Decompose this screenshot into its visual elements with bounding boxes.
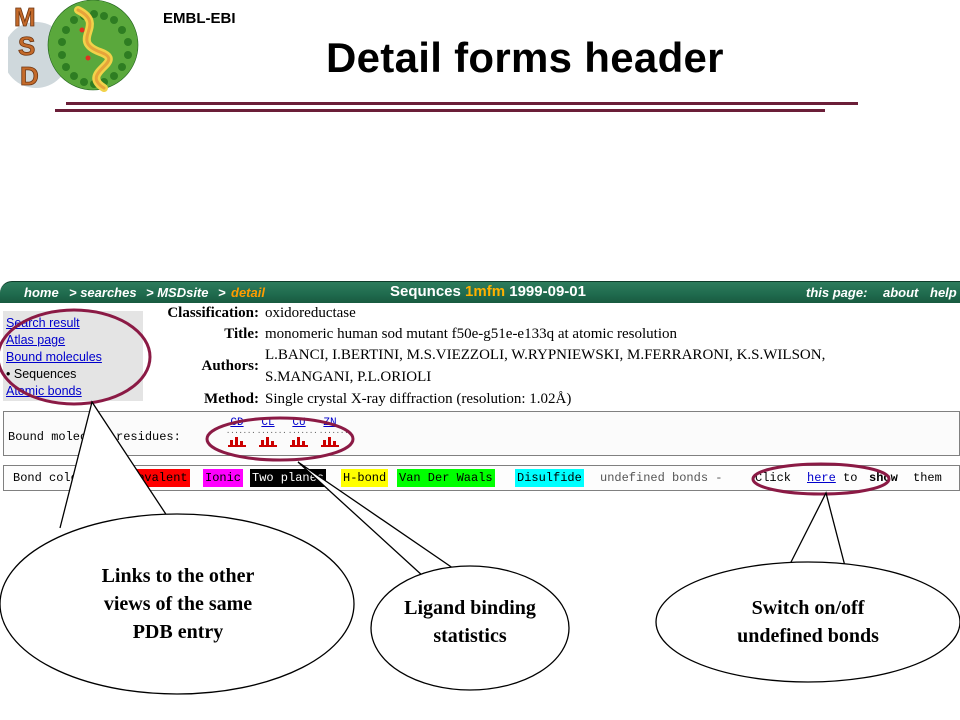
- bond-swatch-ionic: Ionic: [203, 469, 244, 487]
- classification-label: Classification:: [167, 305, 259, 321]
- callout-line: undefined bonds: [737, 625, 879, 647]
- residue-zn[interactable]: ZN .......: [319, 417, 349, 447]
- title-label: Title:: [224, 326, 259, 342]
- authors-value-line1: L.BANCI, I.BERTINI, M.S.VIEZZOLI, W.RYPN…: [265, 347, 826, 363]
- nav-this-page: this page:: [806, 285, 868, 300]
- crumb-searches[interactable]: > searches: [69, 285, 137, 300]
- crumb-msdsite[interactable]: > MSDsite: [146, 285, 209, 300]
- bound-residues-label: Bound molecule residues:: [8, 430, 181, 444]
- logo-letter-d: D: [20, 61, 39, 91]
- title-underline-bottom: [55, 109, 825, 112]
- crumb-detail: detail: [231, 285, 265, 300]
- show-text: show: [869, 471, 898, 485]
- bullet-icon: •: [6, 367, 11, 381]
- callout-line: Links to the other: [101, 565, 255, 587]
- click-text: Click: [755, 471, 792, 485]
- residue-cd[interactable]: CD .......: [226, 417, 256, 447]
- title-underline-top: [66, 102, 858, 105]
- callout-text-switch: Switch on/off undefined bonds: [698, 594, 918, 650]
- callout-pointer-switch: [786, 491, 847, 571]
- residue-separator: .......: [319, 428, 349, 436]
- undefined-bonds-text: undefined bonds -: [600, 471, 723, 485]
- bond-swatch-covalent: Covalent: [128, 469, 190, 487]
- nav-bar: home > searches > MSDsite > detail Sequn…: [0, 281, 960, 303]
- msd-logo: M S D: [3, 0, 158, 100]
- title-value: monomeric human sod mutant f50e-g51e-e13…: [265, 326, 677, 342]
- org-label: EMBL-EBI: [163, 10, 236, 27]
- release-date: 1999-09-01: [509, 283, 586, 300]
- residue-separator: .......: [257, 428, 287, 436]
- current-view-sequences: • Sequences: [6, 367, 76, 381]
- link-bound-molecules[interactable]: Bound molecules: [6, 350, 102, 364]
- slide-title: Detail forms header: [326, 34, 724, 81]
- callout-line: Ligand binding: [404, 597, 536, 619]
- logo-letter-s: S: [18, 31, 35, 61]
- nav-about[interactable]: about: [883, 285, 918, 300]
- residue-stats-icon: [321, 437, 339, 447]
- residue-stats-icon: [228, 437, 246, 447]
- logo-letter-m: M: [14, 2, 36, 32]
- authors-label: Authors:: [201, 358, 259, 374]
- callout-text-ligand: Ligand binding statistics: [390, 594, 550, 650]
- view-links-panel: Search result Atlas page Bound molecules…: [3, 311, 143, 401]
- page-heading: Sequnces 1mfm 1999-09-01: [390, 283, 586, 300]
- callout-line: views of the same: [103, 593, 253, 615]
- detail-form-screenshot: home > searches > MSDsite > detail Sequn…: [0, 281, 960, 496]
- bond-swatch-two-planes: Two planes: [250, 469, 327, 487]
- bond-colour-label: Bond colour:: [13, 471, 100, 485]
- callout-line: statistics: [433, 625, 507, 647]
- page-heading-prefix: Sequnces: [390, 283, 461, 300]
- residue-cu[interactable]: CU .......: [288, 417, 318, 447]
- residue-cl[interactable]: CL .......: [257, 417, 287, 447]
- classification-value: oxidoreductase: [265, 305, 356, 321]
- bond-swatch-van-der-waals: Van Der Waals: [397, 469, 495, 487]
- msd-logo-graphic: M S D: [3, 0, 139, 92]
- residue-separator: .......: [288, 428, 318, 436]
- residue-stats-icon: [259, 437, 277, 447]
- pdb-id: 1mfm: [465, 283, 506, 300]
- crumb-home[interactable]: home: [24, 285, 59, 300]
- method-value: Single crystal X-ray diffraction (resolu…: [265, 391, 572, 407]
- link-atomic-bonds[interactable]: Atomic bonds: [6, 384, 82, 398]
- bond-swatch-h-bond: H-bond: [341, 469, 389, 487]
- link-search-result[interactable]: Search result: [6, 316, 80, 330]
- them-text: them: [913, 471, 942, 485]
- crumb-separator: >: [218, 285, 226, 300]
- current-view-label: Sequences: [13, 367, 77, 381]
- callout-line: Switch on/off: [751, 597, 865, 619]
- callout-text-links: Links to the other views of the same PDB…: [50, 562, 306, 646]
- nav-help[interactable]: help: [930, 285, 957, 300]
- link-atlas-page[interactable]: Atlas page: [6, 333, 65, 347]
- bond-swatch-disulfide: Disulfide: [515, 469, 584, 487]
- callout-line: PDB entry: [132, 621, 224, 643]
- method-label: Method:: [204, 391, 259, 407]
- toggle-undefined-bonds-link[interactable]: here: [807, 471, 836, 485]
- to-text: to: [843, 471, 858, 485]
- residue-stats-icon: [290, 437, 308, 447]
- bond-colour-legend: Bond colour: Covalent Ionic Two planes H…: [3, 465, 960, 491]
- authors-value-line2: S.MANGANI, P.L.ORIOLI: [265, 369, 432, 385]
- residue-separator: .......: [226, 428, 256, 436]
- bound-residues-panel: Bound molecule residues: CD ....... CL .…: [3, 411, 960, 456]
